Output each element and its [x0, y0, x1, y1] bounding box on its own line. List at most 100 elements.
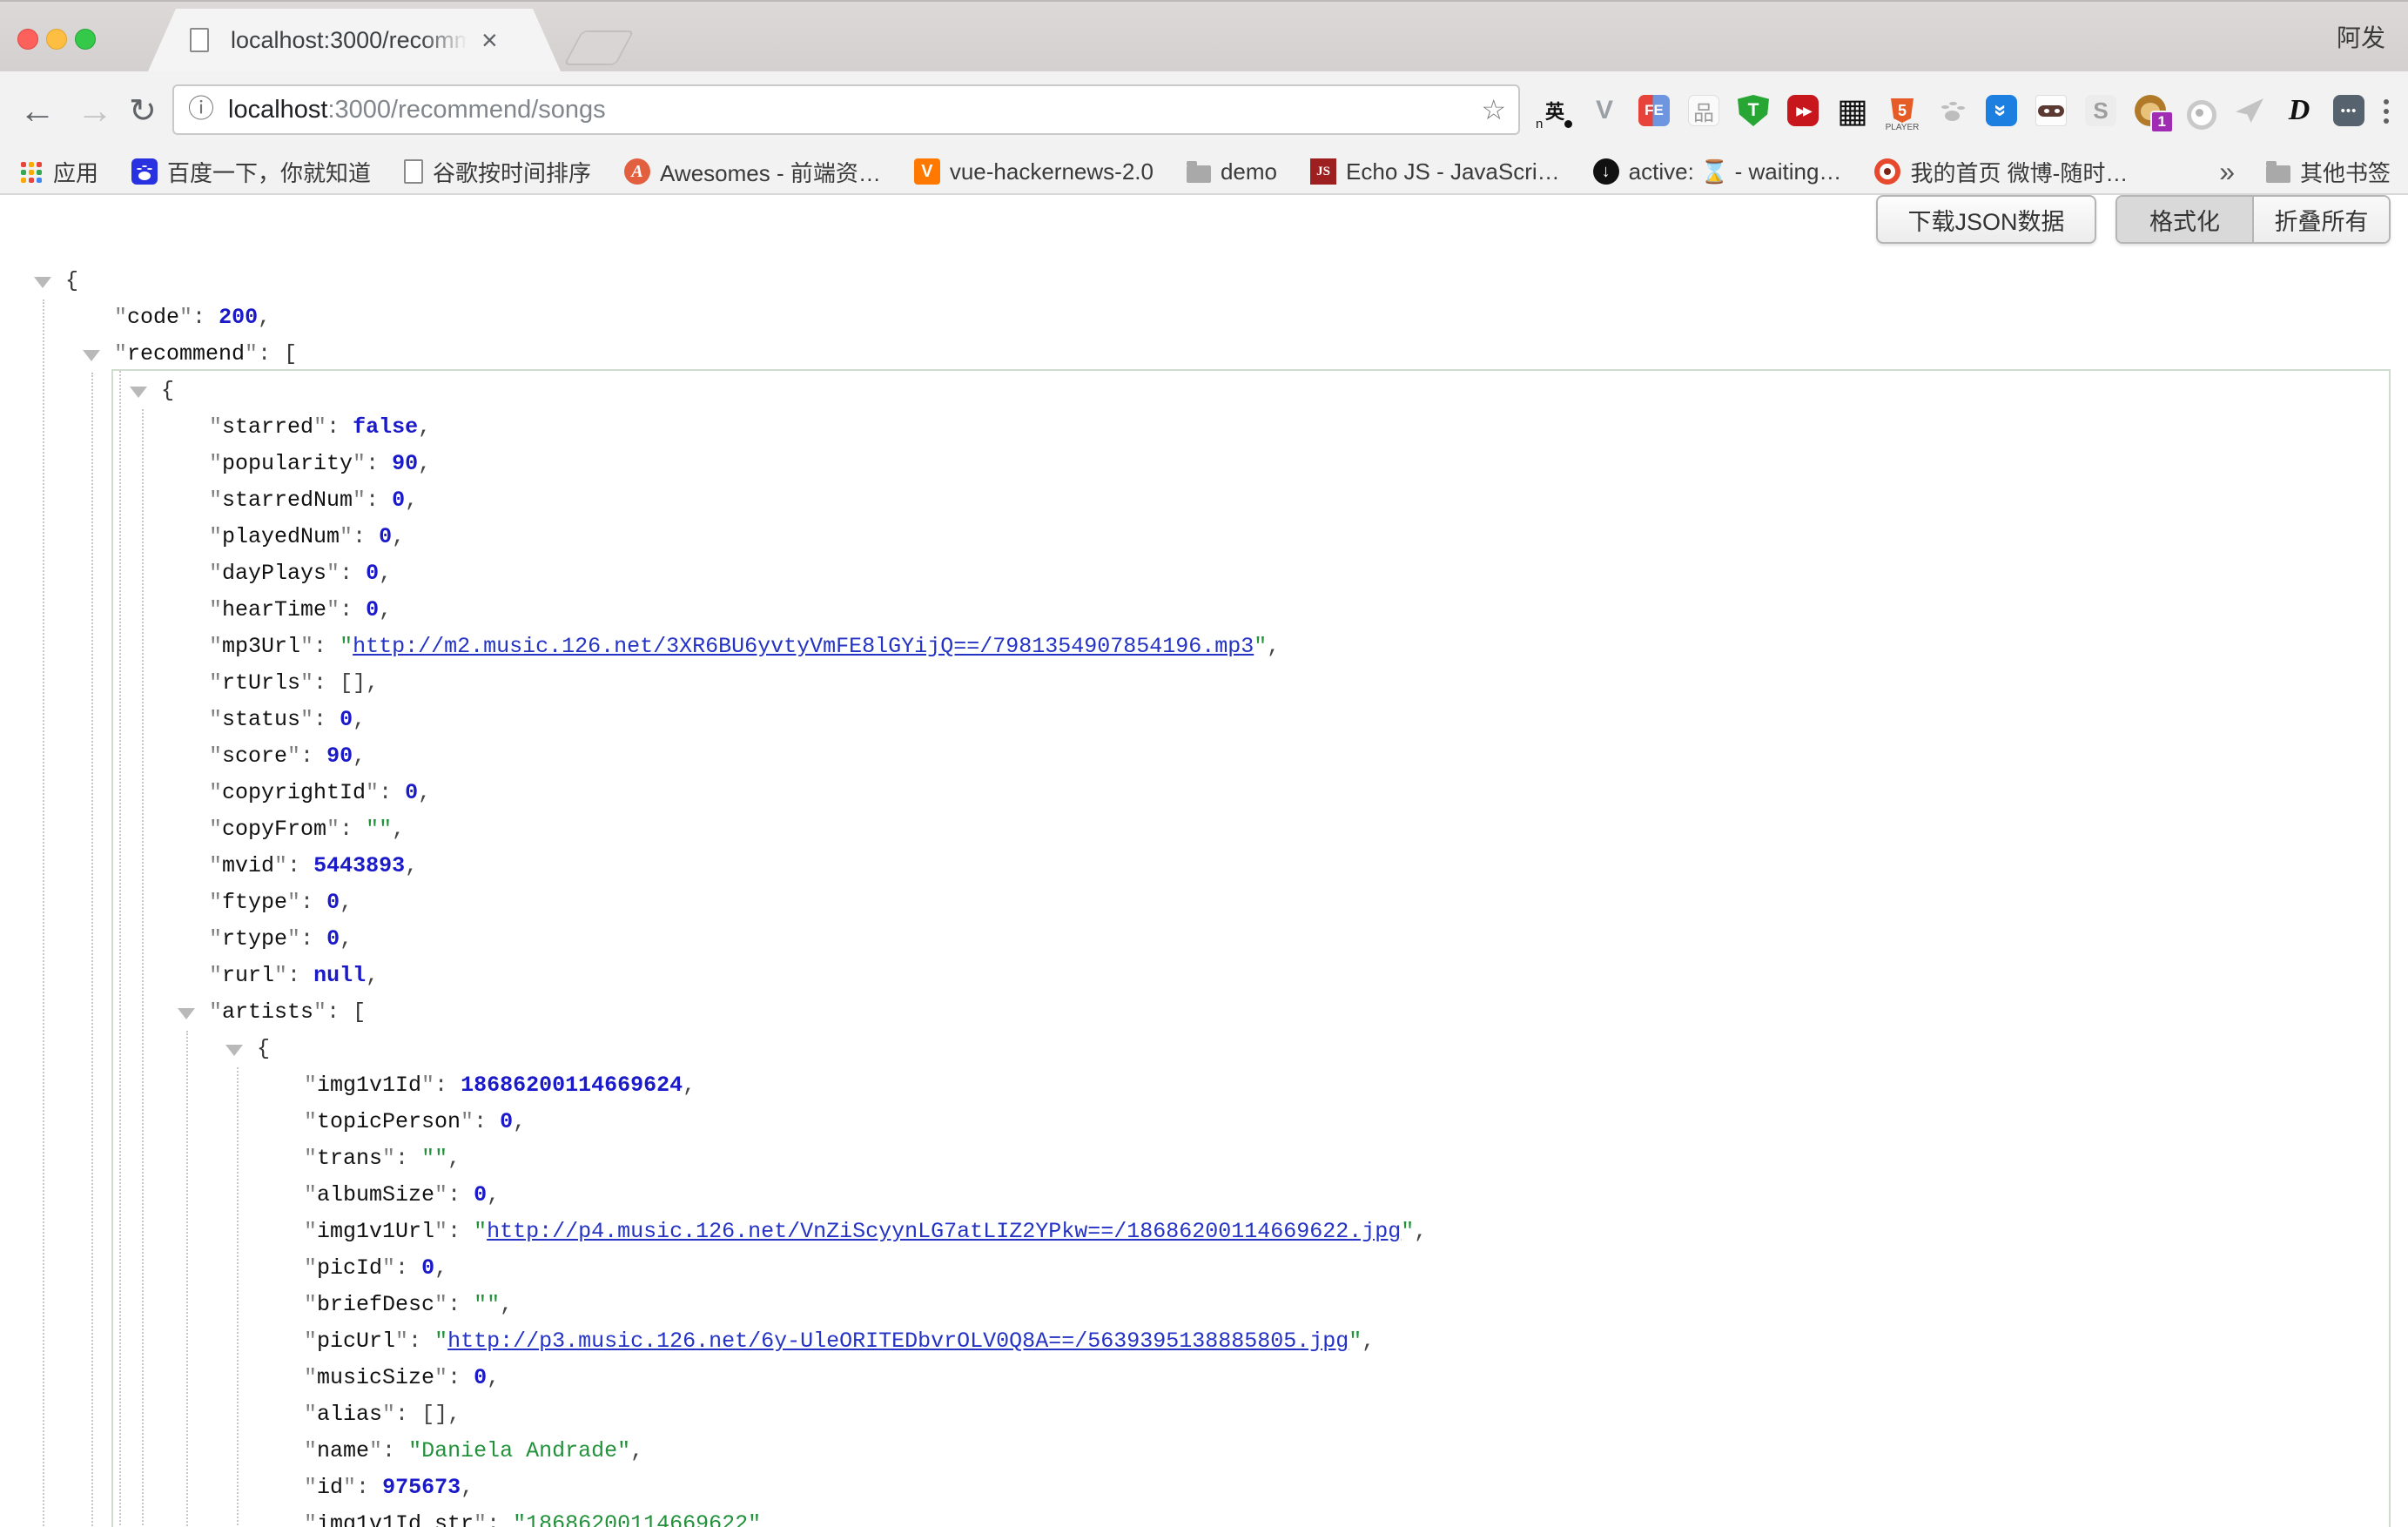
- baidu-icon: [131, 158, 158, 185]
- address-bar[interactable]: ⓘ localhost:3000/recommend/songs ☆: [172, 84, 1520, 135]
- json-line: "recommend": [: [0, 336, 2408, 373]
- chrome-menu-icon[interactable]: [2384, 99, 2389, 104]
- json-line: "starred": false,: [0, 409, 2408, 446]
- fast-forward-icon[interactable]: ▶▶: [1787, 95, 1819, 126]
- collapse-arrow-icon[interactable]: [34, 277, 51, 288]
- bookmarks-left: 应用 百度一下，你就知道 谷歌按时间排序 A Awesomes - 前端资… Vvue-h…: [17, 156, 2161, 188]
- slate-more-icon[interactable]: •••: [2333, 95, 2364, 126]
- monkey-icon[interactable]: 1: [2135, 95, 2166, 126]
- collapse-arrow-icon[interactable]: [83, 350, 100, 361]
- bookmark-apps[interactable]: 应用: [17, 156, 98, 188]
- bookmark-google-time-sort[interactable]: 谷歌按时间排序: [404, 156, 591, 188]
- bookmark-demo[interactable]: demo: [1187, 158, 1277, 185]
- fehelper-icon[interactable]: FE: [1638, 95, 1670, 126]
- bookmark-baidu[interactable]: 百度一下，你就知道: [131, 156, 371, 188]
- tab-strip: localhost:3000/recommend/so × 阿发: [0, 0, 2408, 71]
- other-bookmarks[interactable]: 其他书签: [2266, 156, 2391, 188]
- apps-icon: [17, 158, 44, 185]
- json-line: {: [0, 373, 2408, 409]
- bird-icon[interactable]: [2234, 95, 2265, 126]
- tab-title: localhost:3000/recommend/so: [231, 9, 476, 71]
- bookmark-weibo-home[interactable]: 我的首页 微博-随时…: [1874, 156, 2128, 188]
- bookmark-label: demo: [1221, 158, 1277, 185]
- json-line: "rtUrls": [],: [0, 665, 2408, 702]
- bookmark-label: 我的首页 微博-随时…: [1910, 156, 2128, 188]
- bookmark-star-icon[interactable]: ☆: [1481, 93, 1506, 126]
- vue-icon: V: [914, 158, 940, 185]
- zoom-window-button[interactable]: [75, 29, 96, 50]
- window-controls: [17, 29, 96, 50]
- bookmark-awesomes[interactable]: A Awesomes - 前端资…: [624, 156, 881, 188]
- json-line: "mp3Url": "http://m2.music.126.net/3XR6B…: [0, 629, 2408, 665]
- extensions-bar: 英V FE 品T ▶▶ ▦ 5PLAYER » S1 D •••: [1539, 71, 2364, 150]
- translate-icon[interactable]: 英: [1539, 95, 1571, 126]
- echojs-icon: JS: [1310, 158, 1336, 185]
- view-mode-toggle: 格式化 折叠所有: [2115, 195, 2391, 244]
- close-window-button[interactable]: [17, 29, 38, 50]
- green-shield-icon[interactable]: T: [1738, 95, 1769, 126]
- browser-window: localhost:3000/recommend/so × 阿发 ← → ↻ ⓘ…: [0, 0, 2408, 1527]
- json-line: "mvid": 5443893,: [0, 848, 2408, 885]
- json-line: "img1v1Id": 18686200114669624,: [0, 1067, 2408, 1104]
- bookmark-active[interactable]: ↓active: ⌛ - waiting…: [1593, 158, 1842, 185]
- new-tab-button[interactable]: [563, 30, 634, 65]
- json-line: "starredNum": 0,: [0, 482, 2408, 519]
- json-line: "trans": "",: [0, 1140, 2408, 1177]
- json-line: "artists": [: [0, 994, 2408, 1031]
- download-json-button[interactable]: 下载JSON数据: [1876, 195, 2096, 244]
- collapse-arrow-icon[interactable]: [178, 1008, 195, 1019]
- json-line: "rurl": null,: [0, 958, 2408, 994]
- browser-tab[interactable]: localhost:3000/recommend/so ×: [148, 9, 561, 71]
- bookmark-vue-hackernews[interactable]: Vvue-hackernews-2.0: [914, 158, 1154, 185]
- weibo-gray-icon[interactable]: [2184, 95, 2216, 126]
- json-line: "id": 975673,: [0, 1470, 2408, 1506]
- sitemap-icon[interactable]: 品: [1688, 95, 1719, 126]
- profile-name[interactable]: 阿发: [2337, 2, 2385, 71]
- json-line: "copyrightId": 0,: [0, 775, 2408, 811]
- s-icon[interactable]: S: [2085, 95, 2116, 126]
- json-url-link[interactable]: http://m2.music.126.net/3XR6BU6yvtyVmFE8…: [353, 634, 1254, 659]
- page-info-icon[interactable]: ⓘ: [188, 97, 214, 123]
- awesomes-icon: A: [624, 158, 650, 185]
- json-line: "musicSize": 0,: [0, 1360, 2408, 1396]
- paw-icon[interactable]: [1936, 95, 1967, 126]
- html5-player-icon[interactable]: 5PLAYER: [1887, 95, 1918, 126]
- json-url-link[interactable]: http://p4.music.126.net/VnZiScyynLG7atLI…: [487, 1219, 1401, 1244]
- json-line: "picUrl": "http://p3.music.126.net/6y-Ul…: [0, 1323, 2408, 1360]
- back-button[interactable]: ←: [19, 71, 56, 150]
- json-viewer-page: 下载JSON数据 格式化 折叠所有 {"code": 200,"recommen…: [0, 195, 2408, 1527]
- bookmark-label: 百度一下，你就知道: [167, 156, 371, 188]
- page-favicon-icon: [190, 28, 209, 52]
- json-line: "alias": [],: [0, 1396, 2408, 1433]
- json-tree: {"code": 200,"recommend": [{"starred": f…: [0, 263, 2408, 1527]
- bookmarks-overflow-chevron[interactable]: »: [2219, 156, 2235, 188]
- collapse-arrow-icon[interactable]: [130, 387, 147, 398]
- bookmark-label: 应用: [53, 156, 98, 188]
- tab-close-icon[interactable]: ×: [481, 9, 498, 71]
- bookmark-label: Awesomes - 前端资…: [660, 156, 881, 188]
- reload-button[interactable]: ↻: [129, 71, 157, 150]
- json-line: "img1v1Url": "http://p4.music.126.net/Vn…: [0, 1214, 2408, 1250]
- minimize-window-button[interactable]: [46, 29, 67, 50]
- qrcode-icon[interactable]: ▦: [1837, 95, 1868, 126]
- json-line: {: [0, 1031, 2408, 1067]
- collapse-arrow-icon[interactable]: [225, 1045, 243, 1056]
- page-icon: [404, 159, 423, 184]
- vue-devtools-icon[interactable]: V: [1589, 95, 1620, 126]
- json-line: "topicPerson": 0,: [0, 1104, 2408, 1140]
- bookmark-echojs[interactable]: JSEcho JS - JavaScri…: [1310, 158, 1560, 185]
- folder-icon: [2266, 165, 2290, 183]
- json-line: "copyFrom": "",: [0, 811, 2408, 848]
- json-line: "picId": 0,: [0, 1250, 2408, 1287]
- dark-mode-icon[interactable]: D: [2284, 95, 2315, 126]
- json-line: "popularity": 90,: [0, 446, 2408, 482]
- bookmark-label: vue-hackernews-2.0: [950, 158, 1154, 185]
- format-button[interactable]: 格式化: [2117, 197, 2254, 242]
- json-line: "name": "Daniela Andrade",: [0, 1433, 2408, 1470]
- json-line: "img1v1Id_str": "18686200114669622": [0, 1506, 2408, 1527]
- blue-downloader-icon[interactable]: »: [1986, 95, 2017, 126]
- bookmark-label: active: ⌛ - waiting…: [1629, 158, 1842, 185]
- json-url-link[interactable]: http://p3.music.126.net/6y-UleORITEDbvrO…: [447, 1329, 1349, 1354]
- collapse-all-button[interactable]: 折叠所有: [2254, 197, 2389, 242]
- mask-icon[interactable]: [2035, 95, 2067, 126]
